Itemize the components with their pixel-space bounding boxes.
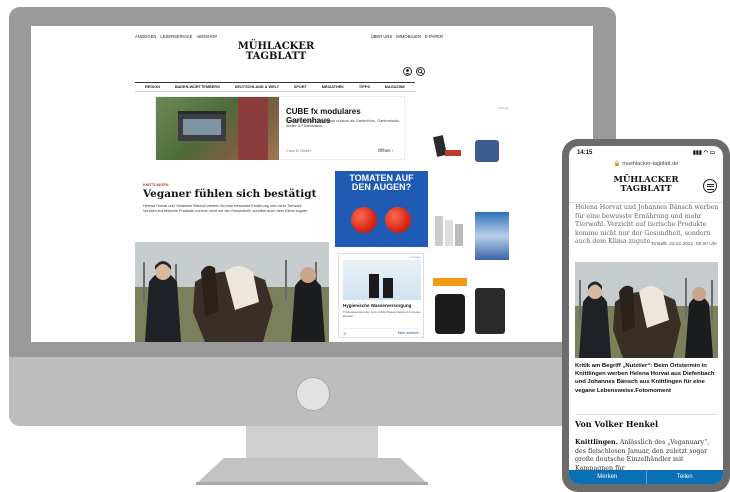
monitor-stand <box>196 458 428 484</box>
topbar-link-epaper[interactable]: E-PAPER <box>425 34 443 39</box>
divider <box>575 414 718 415</box>
ad-gartenhaus-text: Isoliertes Design-Gartenhaus nutzbar als… <box>286 119 400 128</box>
mobile-logo-line-2: TAGBLATT <box>620 183 672 194</box>
nav-item-region[interactable]: REGION <box>145 85 160 89</box>
ad-wasserversorgung-cta[interactable]: Mehr erfahren <box>398 331 419 335</box>
article-kicker: KNITTLINGEN <box>143 183 169 187</box>
ad-house-shape <box>178 111 226 141</box>
topbar-link-immobilien[interactable]: IMMOBILIEN <box>396 34 421 39</box>
ad-tomaten[interactable]: TOMATEN AUF DEN AUGEN? <box>335 171 428 247</box>
ad-tomaten-text: TOMATEN AUF DEN AUGEN? <box>335 174 428 192</box>
ad-wasserversorgung[interactable]: Anzeige Hygienische Wasserversorgung Tri… <box>338 253 424 338</box>
tomato-left-image <box>351 207 377 233</box>
monitor-power-button <box>296 377 330 411</box>
ad-device-1 <box>369 274 379 298</box>
chevron-right-icon: › <box>391 148 394 153</box>
ad-wasserversorgung-text: Trinkwasserspender und mobile Wasserstat… <box>343 310 421 318</box>
nav-item-sport[interactable]: SPORT <box>294 85 307 89</box>
ad-tree-shape <box>238 97 268 160</box>
device-mockup: ANZEIGEN LESERSERVICE ABOSHOP ÜBER UNS I… <box>0 0 730 492</box>
product-coffee-machine <box>475 288 505 334</box>
product-usb-red <box>445 150 461 156</box>
ad-open-label: Öffnen <box>378 148 391 153</box>
product-bottle-1 <box>435 216 443 246</box>
mobile-header: MÜHLACKER TAGBLATT <box>569 169 723 203</box>
article-teaser: Helena Horvat und Johannes Bänsch werben… <box>143 204 329 214</box>
status-time: 14:15 <box>577 150 593 156</box>
ad-gartenhaus[interactable]: CUBE fx modulares Gartenhaus Isoliertes … <box>155 96 405 160</box>
mobile-photo-illustration <box>575 262 718 358</box>
browser-url[interactable]: 🔒 muehlacker-tagblatt.de <box>569 161 723 167</box>
logo-line-2: TAGBLATT <box>245 51 307 62</box>
mobile-logo[interactable]: MÜHLACKER TAGBLATT <box>599 176 693 193</box>
product-magazine <box>475 212 509 260</box>
mobile-photo-caption: Kritik am Begriff „Nutztier“: Beim Ortst… <box>575 363 715 394</box>
mobile-action-bar: Merken Teilen <box>569 470 723 484</box>
product-bottle-3 <box>455 224 463 246</box>
body-lead: Knittlingen. <box>575 439 618 446</box>
mobile-article-photo[interactable] <box>575 262 718 358</box>
article-headline[interactable]: Veganer fühlen sich bestätigt <box>143 188 343 200</box>
topbar-link-ueber-uns[interactable]: ÜBER UNS <box>371 34 393 39</box>
topbar-link-leserservice[interactable]: LESERSERVICE <box>160 34 192 39</box>
hamburger-menu-icon[interactable] <box>703 179 717 193</box>
status-icons: ▮▮▮ ◠ ▭ <box>692 150 715 156</box>
article-photo[interactable] <box>135 242 329 342</box>
ad-wasserversorgung-image <box>343 260 421 300</box>
product-speaker <box>435 294 465 334</box>
mobile-article-date: Erstellt: 22.01.2021, 00:00 Uhr <box>651 242 717 247</box>
desktop-website: ANZEIGEN LESERSERVICE ABOSHOP ÜBER UNS I… <box>31 26 593 342</box>
desktop-logo[interactable]: MÜHLACKER TAGBLATT <box>231 42 321 62</box>
ad-skyscraper[interactable]: Anzeige <box>433 106 511 342</box>
product-adapter <box>475 140 499 162</box>
ad-skyscraper-label: Anzeige <box>498 106 509 110</box>
mobile-author: Von Volker Henkel <box>575 419 659 429</box>
ad-device-2 <box>383 278 393 298</box>
share-button[interactable]: Teilen <box>645 470 724 484</box>
nav-item-baden-wuerttemberg[interactable]: BADEN-WÜRTTEMBERG <box>175 85 220 89</box>
ad-label: Anzeige <box>410 255 421 259</box>
tomato-right-image <box>385 207 411 233</box>
mobile-article-body: Knittlingen. Anlässlich des „Veganuary“,… <box>575 439 720 473</box>
article-photo-illustration <box>135 242 329 342</box>
search-icon[interactable] <box>416 67 425 76</box>
ad-gartenhaus-image <box>156 97 279 160</box>
nav-item-tipps[interactable]: TIPPS <box>359 85 370 89</box>
mobile-website: 14:15 ▮▮▮ ◠ ▭ 🔒 muehlacker-tagblatt.de M… <box>569 146 723 484</box>
ad-tomaten-line-2: DEN AUGEN? <box>351 182 412 192</box>
nav-item-mediathek[interactable]: MEDIATHEK <box>322 85 344 89</box>
nav-item-magazine[interactable]: MAGAZINE <box>385 85 405 89</box>
ad-wasserversorgung-title: Hygienische Wasserversorgung <box>343 303 412 308</box>
topbar-link-anzeigen[interactable]: ANZEIGEN <box>135 34 156 39</box>
desktop-header-icons <box>403 67 425 76</box>
deals-badge <box>433 278 467 286</box>
mobile-article-intro: Helena Horvat und Johannes Bänsch werben… <box>575 204 719 246</box>
desktop-main-nav: REGION BADEN-WÜRTTEMBERG DEUTSCHLAND & W… <box>135 82 415 92</box>
nav-item-deutschland-welt[interactable]: DEUTSCHLAND & WELT <box>235 85 279 89</box>
topbar-link-aboshop[interactable]: ABOSHOP <box>196 34 217 39</box>
ad-gartenhaus-open-button[interactable]: Öffnen › <box>378 148 393 153</box>
ad-gartenhaus-advertiser: Cube fx GmbH <box>286 149 312 153</box>
bookmark-button[interactable]: Merken <box>569 470 646 484</box>
phone-status-bar: 14:15 ▮▮▮ ◠ ▭ <box>577 150 715 160</box>
article-teaser-line-2: Verzicht auf tierische Produkte komme ni… <box>143 209 309 213</box>
user-icon[interactable] <box>403 67 412 76</box>
ad-info-icon: ⓪ <box>343 332 347 336</box>
monitor-stand-edge <box>196 482 428 485</box>
ad-wasserversorgung-footer: ⓪ Mehr erfahren <box>343 328 419 336</box>
product-bottle-2 <box>445 220 453 246</box>
monitor-neck <box>246 426 378 458</box>
